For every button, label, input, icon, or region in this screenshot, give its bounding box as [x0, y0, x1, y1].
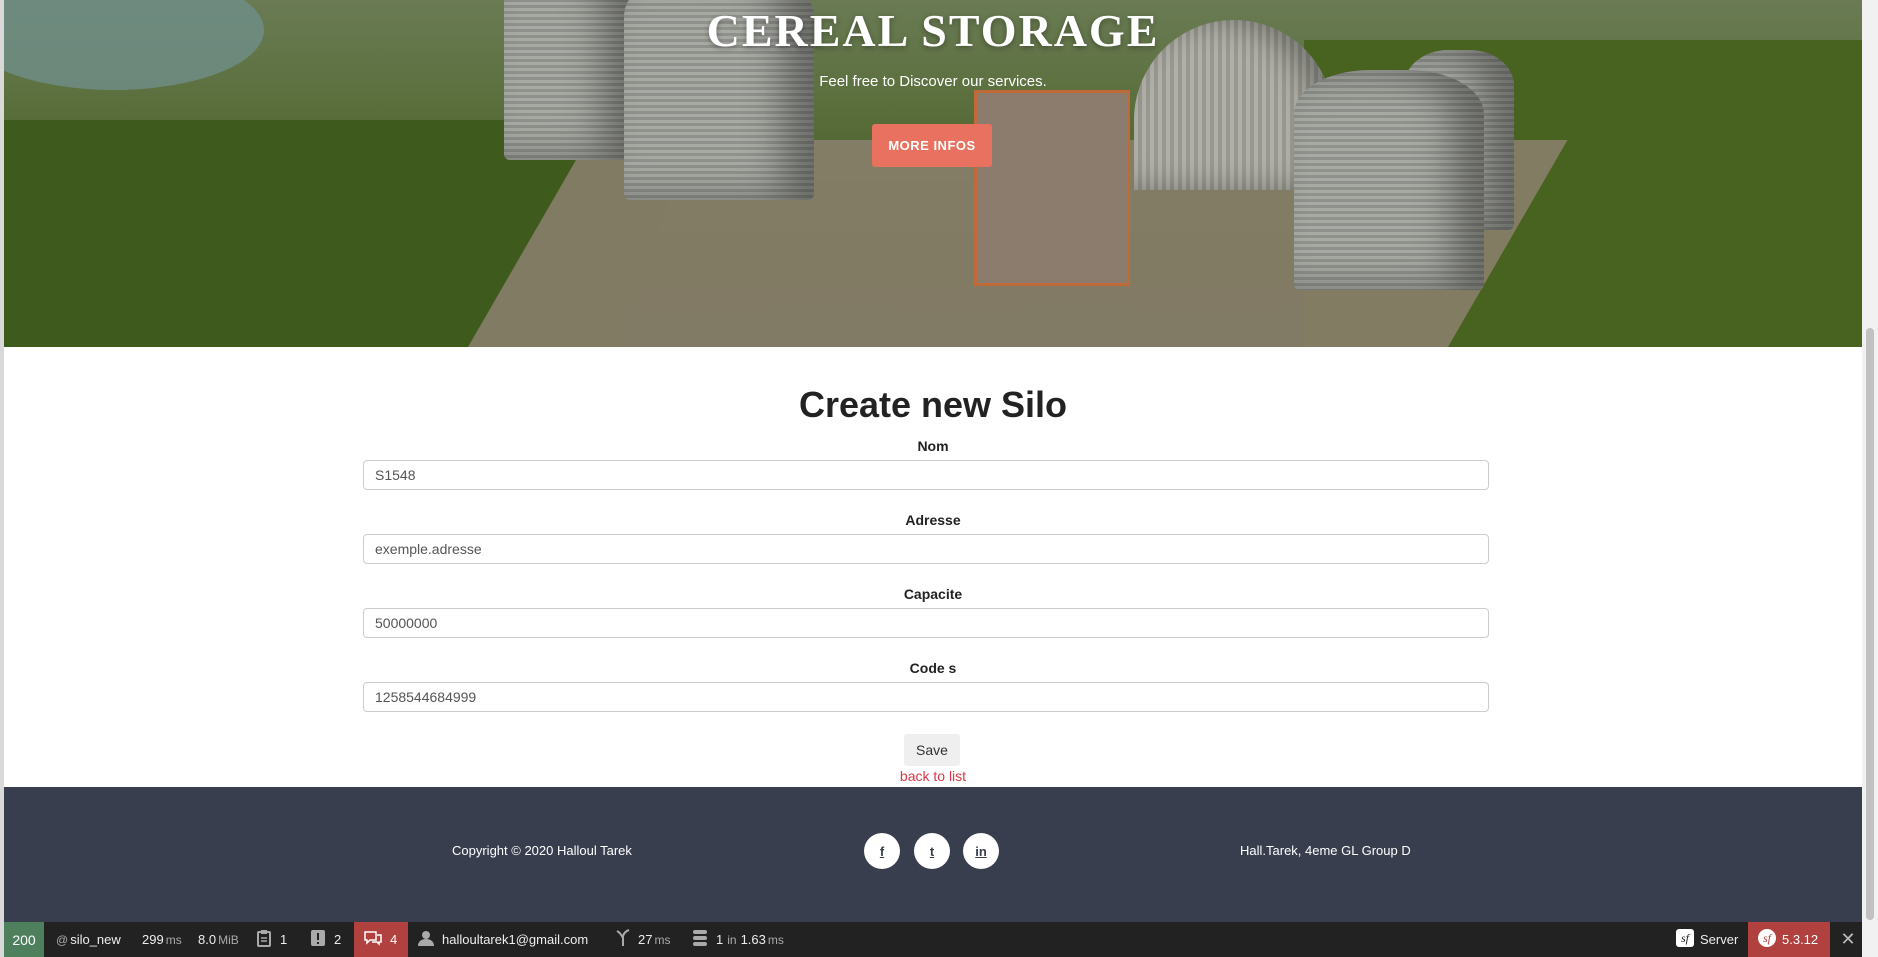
server-label: Server — [1700, 932, 1739, 947]
close-toolbar-icon[interactable]: ✕ — [1834, 922, 1862, 957]
db-time: 1.63 — [740, 932, 766, 947]
symfony-icon: sf — [1758, 929, 1776, 950]
adresse-input[interactable] — [363, 534, 1489, 564]
symfony-logo-icon: sf — [1676, 929, 1694, 950]
twig-unit: ms — [654, 932, 671, 947]
page: CEREAL STORAGE Feel free to Discover our… — [4, 0, 1862, 957]
logs-panel[interactable]: 2 — [310, 922, 341, 957]
user-email: halloultarek1@gmail.com — [442, 932, 589, 947]
forms-count: 1 — [280, 932, 288, 947]
debug-toolbar: 200 @ silo_new 299 ms 8.0 MiB 1 2 4 hall… — [4, 922, 1862, 957]
user-icon — [418, 930, 434, 949]
messages-panel[interactable]: 4 — [354, 922, 408, 957]
hero-title: CEREAL STORAGE — [706, 5, 1160, 56]
footer-author: Hall.Tarek, 4eme GL Group D — [1240, 843, 1411, 858]
log-icon — [310, 929, 326, 950]
page-title: Create new Silo — [798, 384, 1068, 425]
vertical-scrollbar[interactable] — [1862, 0, 1878, 957]
back-to-list-link[interactable]: back to list — [4, 768, 1862, 784]
nom-input[interactable] — [363, 460, 1489, 490]
logs-count: 2 — [334, 932, 342, 947]
symfony-version: 5.3.12 — [1782, 932, 1819, 947]
database-icon — [692, 929, 708, 950]
capacite-label: Capacite — [903, 586, 963, 602]
user-panel[interactable]: halloultarek1@gmail.com — [418, 922, 588, 957]
symfony-version-panel[interactable]: sf 5.3.12 — [1748, 922, 1830, 957]
code-s-label: Code s — [909, 660, 957, 676]
hero-silo-shape — [1294, 70, 1484, 290]
linkedin-icon[interactable]: in — [963, 833, 999, 869]
nom-label: Nom — [917, 438, 949, 454]
hero-dryer-shape — [974, 90, 1130, 286]
hero-subtitle: Feel free to Discover our services. — [819, 73, 1047, 90]
time-unit: ms — [165, 932, 182, 947]
footer-copyright: Copyright © 2020 Halloul Tarek — [452, 843, 632, 858]
server-panel[interactable]: sf Server — [1676, 922, 1738, 957]
twitter-icon[interactable]: t — [914, 833, 950, 869]
route-panel[interactable]: @ silo_new — [54, 922, 121, 957]
db-in: in — [727, 932, 737, 947]
save-button[interactable]: Save — [904, 734, 960, 766]
adresse-label: Adresse — [905, 512, 961, 528]
twig-value: 27 — [638, 932, 653, 947]
memory-value: 8.0 — [198, 932, 217, 947]
clipboard-icon — [256, 929, 272, 950]
twig-icon — [616, 929, 630, 950]
footer: Copyright © 2020 Halloul Tarek f t in Ha… — [4, 787, 1862, 922]
at-icon: @ — [56, 932, 69, 947]
status-code-badge[interactable]: 200 — [4, 922, 44, 957]
more-infos-button[interactable]: MORE INFOS — [872, 124, 992, 167]
memory-panel[interactable]: 8.0 MiB — [198, 922, 239, 957]
scrollbar-thumb[interactable] — [1866, 328, 1874, 920]
chat-icon — [364, 930, 382, 949]
facebook-icon[interactable]: f — [864, 833, 900, 869]
forms-panel[interactable]: 1 — [256, 922, 287, 957]
memory-unit: MiB — [218, 932, 239, 947]
messages-count: 4 — [390, 932, 398, 947]
twig-panel[interactable]: 27 ms — [616, 922, 670, 957]
database-panel[interactable]: 1 in 1.63 ms — [692, 922, 784, 957]
code-s-input[interactable] — [363, 682, 1489, 712]
route-name: silo_new — [70, 932, 121, 947]
time-value: 299 — [142, 932, 164, 947]
hero-banner: CEREAL STORAGE Feel free to Discover our… — [4, 0, 1862, 347]
db-queries: 1 — [716, 932, 724, 947]
db-unit: ms — [767, 932, 784, 947]
capacite-input[interactable] — [363, 608, 1489, 638]
time-panel[interactable]: 299 ms — [142, 922, 182, 957]
